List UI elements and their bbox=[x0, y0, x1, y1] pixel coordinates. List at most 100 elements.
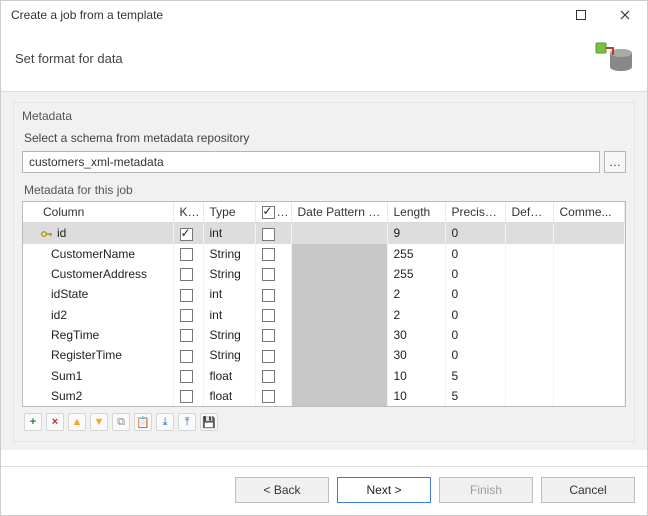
delete-row-button[interactable]: × bbox=[46, 413, 64, 431]
cell-precision[interactable]: 0 bbox=[445, 345, 505, 365]
checkbox-icon[interactable] bbox=[262, 248, 275, 261]
cell-date-pattern[interactable] bbox=[291, 325, 387, 345]
hdr-precision[interactable]: Precision bbox=[445, 202, 505, 223]
cell-precision[interactable]: 0 bbox=[445, 223, 505, 244]
table-row[interactable]: Sum2 float 105 bbox=[23, 386, 625, 406]
cell-default[interactable] bbox=[505, 223, 553, 244]
cell-type[interactable]: int bbox=[203, 223, 255, 244]
close-button[interactable] bbox=[603, 1, 647, 29]
cell-precision[interactable]: 0 bbox=[445, 284, 505, 304]
cell-precision[interactable]: 0 bbox=[445, 325, 505, 345]
cell-date-pattern[interactable] bbox=[291, 244, 387, 264]
table-row[interactable]: id int 90 bbox=[23, 223, 625, 244]
cell-column[interactable]: id bbox=[23, 223, 173, 244]
hdr-type[interactable]: Type bbox=[203, 202, 255, 223]
cell-date-pattern[interactable] bbox=[291, 366, 387, 386]
cell-type[interactable]: int bbox=[203, 305, 255, 325]
table-row[interactable]: idState int 20 bbox=[23, 284, 625, 304]
cell-key[interactable] bbox=[173, 305, 203, 325]
cell-key[interactable] bbox=[173, 386, 203, 406]
checkbox-icon[interactable] bbox=[262, 350, 275, 363]
checkbox-icon[interactable] bbox=[180, 228, 193, 241]
hdr-date-pattern[interactable]: Date Pattern (... bbox=[291, 202, 387, 223]
cell-comment[interactable] bbox=[553, 325, 625, 345]
cell-length[interactable]: 10 bbox=[387, 386, 445, 406]
cell-default[interactable] bbox=[505, 366, 553, 386]
table-row[interactable]: id2 int 20 bbox=[23, 305, 625, 325]
cell-key[interactable] bbox=[173, 345, 203, 365]
cell-length[interactable]: 2 bbox=[387, 284, 445, 304]
cell-comment[interactable] bbox=[553, 284, 625, 304]
checkbox-icon[interactable] bbox=[262, 390, 275, 403]
hdr-comment[interactable]: Comme... bbox=[553, 202, 625, 223]
hdr-nullable[interactable]: N... bbox=[255, 202, 291, 223]
cell-default[interactable] bbox=[505, 244, 553, 264]
cell-nullable[interactable] bbox=[255, 366, 291, 386]
cell-precision[interactable]: 5 bbox=[445, 366, 505, 386]
cell-comment[interactable] bbox=[553, 223, 625, 244]
cell-type[interactable]: String bbox=[203, 345, 255, 365]
cell-nullable[interactable] bbox=[255, 325, 291, 345]
checkbox-icon[interactable] bbox=[262, 206, 275, 219]
cell-precision[interactable]: 0 bbox=[445, 305, 505, 325]
cell-date-pattern[interactable] bbox=[291, 345, 387, 365]
cell-column[interactable]: Sum2 bbox=[23, 386, 173, 406]
cell-column[interactable]: idState bbox=[23, 284, 173, 304]
copy-button[interactable]: ⧉ bbox=[112, 413, 130, 431]
hdr-key[interactable]: Key bbox=[173, 202, 203, 223]
cell-key[interactable] bbox=[173, 264, 203, 284]
maximize-button[interactable] bbox=[559, 1, 603, 29]
cell-column[interactable]: RegTime bbox=[23, 325, 173, 345]
cell-type[interactable]: float bbox=[203, 386, 255, 406]
save-button[interactable]: 💾 bbox=[200, 413, 218, 431]
checkbox-icon[interactable] bbox=[180, 289, 193, 302]
cell-default[interactable] bbox=[505, 386, 553, 406]
cell-length[interactable]: 9 bbox=[387, 223, 445, 244]
cell-length[interactable]: 30 bbox=[387, 345, 445, 365]
cell-column[interactable]: CustomerName bbox=[23, 244, 173, 264]
cell-key[interactable] bbox=[173, 284, 203, 304]
checkbox-icon[interactable] bbox=[262, 370, 275, 383]
cell-type[interactable]: String bbox=[203, 244, 255, 264]
cell-comment[interactable] bbox=[553, 386, 625, 406]
table-row[interactable]: Sum1float105 bbox=[23, 366, 625, 386]
cell-date-pattern[interactable] bbox=[291, 305, 387, 325]
cell-nullable[interactable] bbox=[255, 244, 291, 264]
cell-precision[interactable]: 0 bbox=[445, 244, 505, 264]
checkbox-icon[interactable] bbox=[262, 309, 275, 322]
cell-key[interactable] bbox=[173, 366, 203, 386]
cell-length[interactable]: 255 bbox=[387, 264, 445, 284]
cell-type[interactable]: String bbox=[203, 264, 255, 284]
checkbox-icon[interactable] bbox=[180, 370, 193, 383]
cell-column[interactable]: CustomerAddress bbox=[23, 264, 173, 284]
cell-key[interactable] bbox=[173, 223, 203, 244]
checkbox-icon[interactable] bbox=[262, 289, 275, 302]
cell-precision[interactable]: 5 bbox=[445, 386, 505, 406]
cell-key[interactable] bbox=[173, 325, 203, 345]
import-button[interactable]: ⤓ bbox=[156, 413, 174, 431]
cell-comment[interactable] bbox=[553, 264, 625, 284]
cell-default[interactable] bbox=[505, 284, 553, 304]
cell-column[interactable]: id2 bbox=[23, 305, 173, 325]
cancel-button[interactable]: Cancel bbox=[541, 477, 635, 503]
cell-default[interactable] bbox=[505, 305, 553, 325]
table-row[interactable]: RegTimeString300 bbox=[23, 325, 625, 345]
back-button[interactable]: < Back bbox=[235, 477, 329, 503]
checkbox-icon[interactable] bbox=[180, 268, 193, 281]
cell-date-pattern[interactable] bbox=[291, 264, 387, 284]
checkbox-icon[interactable] bbox=[180, 350, 193, 363]
schema-input[interactable] bbox=[22, 151, 600, 173]
cell-comment[interactable] bbox=[553, 345, 625, 365]
checkbox-icon[interactable] bbox=[262, 228, 275, 241]
checkbox-icon[interactable] bbox=[262, 329, 275, 342]
checkbox-icon[interactable] bbox=[262, 268, 275, 281]
hdr-default[interactable]: Default bbox=[505, 202, 553, 223]
cell-date-pattern[interactable] bbox=[291, 223, 387, 244]
cell-nullable[interactable] bbox=[255, 345, 291, 365]
table-row[interactable]: CustomerNameString2550 bbox=[23, 244, 625, 264]
checkbox-icon[interactable] bbox=[180, 390, 193, 403]
cell-column[interactable]: Sum1 bbox=[23, 366, 173, 386]
cell-type[interactable]: int bbox=[203, 284, 255, 304]
cell-length[interactable]: 2 bbox=[387, 305, 445, 325]
add-row-button[interactable]: + bbox=[24, 413, 42, 431]
